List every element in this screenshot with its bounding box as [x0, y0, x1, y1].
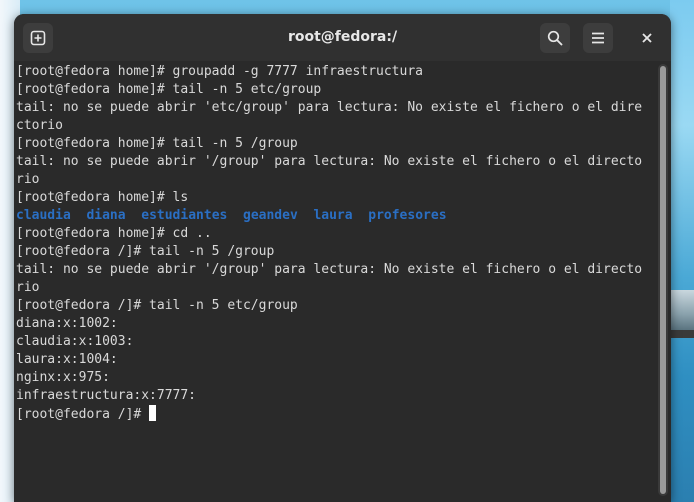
terminal-line: [root@fedora home]# groupadd -g 7777 inf…	[16, 64, 423, 79]
window-title: root@fedora:/	[287, 29, 398, 45]
ls-output-line: claudia diana estudiantes geandev laura …	[16, 207, 658, 225]
terminal-line: rio	[16, 172, 40, 187]
search-icon	[547, 30, 563, 46]
search-button[interactable]	[540, 23, 570, 53]
main-menu-button[interactable]	[583, 23, 613, 53]
scrollbar-thumb[interactable]	[660, 66, 666, 494]
terminal-line: rio	[16, 280, 40, 295]
terminal-line: [root@fedora /]# tail -n 5 /group	[16, 244, 275, 259]
terminal-line: nginx:x:975:	[16, 370, 110, 385]
terminal-line: ctorio	[16, 118, 63, 133]
terminal-line: diana:x:1002:	[16, 316, 118, 331]
terminal-line: laura:x:1004:	[16, 352, 118, 367]
terminal-line: tail: no se puede abrir '/group' para le…	[16, 154, 643, 169]
terminal-line: [root@fedora /]# tail -n 5 etc/group	[16, 298, 298, 313]
wallpaper-rock	[670, 290, 694, 330]
terminal-line: [root@fedora home]# tail -n 5 etc/group	[16, 82, 322, 97]
directory-name: geandev	[243, 208, 298, 223]
directory-name: claudia	[16, 208, 71, 223]
new-tab-icon	[30, 30, 46, 46]
terminal-line: tail: no se puede abrir 'etc/group' para…	[16, 100, 643, 115]
terminal-line: [root@fedora home]# tail -n 5 /group	[16, 136, 298, 151]
directory-name: estudiantes	[141, 208, 228, 223]
new-tab-button[interactable]	[23, 23, 53, 53]
title-bar: root@fedora:/	[14, 14, 671, 61]
close-button[interactable]	[632, 23, 662, 53]
hamburger-menu-icon	[592, 32, 604, 44]
directory-name: profesores	[368, 208, 447, 223]
terminal-line: [root@fedora home]# cd ..	[16, 226, 212, 241]
desktop-wallpaper-right	[670, 0, 694, 502]
directory-name: diana	[86, 208, 126, 223]
terminal-line: infraestructura:x:7777:	[16, 388, 197, 403]
prompt-line[interactable]: [root@fedora /]#	[16, 405, 658, 423]
terminal-window: root@fedora:/ [root@fedora home]# groupa…	[14, 14, 671, 502]
terminal-area[interactable]: [root@fedora home]# groupadd -g 7777 inf…	[14, 61, 671, 502]
scrollbar[interactable]	[658, 64, 668, 496]
terminal-line: claudia:x:1003:	[16, 334, 134, 349]
wallpaper-dock	[670, 330, 694, 338]
shell-prompt: [root@fedora /]#	[16, 407, 150, 422]
directory-name: laura	[313, 208, 353, 223]
terminal-line: [root@fedora home]# ls	[16, 190, 189, 205]
text-cursor	[149, 405, 157, 421]
terminal-line: tail: no se puede abrir '/group' para le…	[16, 262, 643, 277]
close-icon	[642, 33, 652, 43]
terminal-output: [root@fedora home]# groupadd -g 7777 inf…	[16, 63, 658, 423]
